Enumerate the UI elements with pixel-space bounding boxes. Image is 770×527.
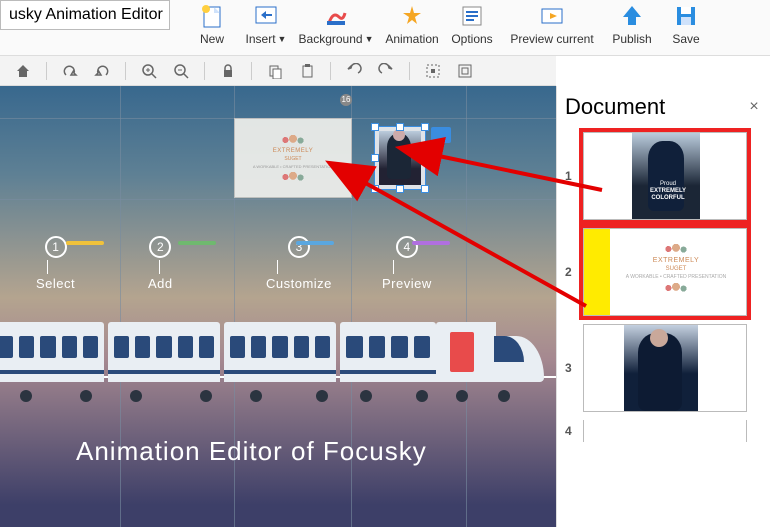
chevron-down-icon: ▼ (365, 34, 374, 44)
animation-button[interactable]: Animation (382, 0, 442, 46)
undo2-icon[interactable] (345, 62, 363, 80)
step-bar (178, 241, 216, 245)
animation-label: Animation (385, 32, 438, 46)
fit-selection-icon[interactable] (424, 62, 442, 80)
resize-handle[interactable] (421, 154, 429, 162)
flower-icon (657, 282, 695, 294)
train-illustration (0, 302, 556, 392)
resize-handle[interactable] (421, 185, 429, 193)
insert-icon (252, 2, 280, 30)
close-icon[interactable]: × (746, 98, 762, 116)
publish-icon (618, 2, 646, 30)
slide-thumbnail[interactable] (583, 324, 747, 412)
main-area: 16 EXTREMELY SUGET A WORKABLE • CRAFTED … (0, 86, 770, 527)
flower-icon (274, 171, 312, 183)
insert-label: Insert▼ (246, 32, 287, 46)
save-icon (672, 2, 700, 30)
step-bar (412, 241, 450, 245)
step-bar (66, 241, 104, 245)
redo-icon[interactable] (61, 62, 79, 80)
paste-icon[interactable] (298, 62, 316, 80)
canvas[interactable]: 16 EXTREMELY SUGET A WORKABLE • CRAFTED … (0, 86, 556, 527)
animation-icon (398, 2, 426, 30)
document-panel: Document × 1 ProudEXTREMELYCOLORFUL 2 EX… (556, 86, 770, 527)
options-label: Options (451, 32, 492, 46)
thumb-row-3[interactable]: 3 (565, 324, 762, 412)
canvas-selected-image[interactable] (374, 126, 426, 190)
step-4: 4 Preview (382, 236, 432, 291)
step-1: 1 Select (36, 236, 75, 291)
ribbon: usky Animation Editor New Insert▼ Backgr… (0, 0, 770, 56)
flower-icon (657, 243, 695, 255)
flower-icon (274, 134, 312, 146)
chevron-down-icon: ▼ (278, 34, 287, 44)
lock-icon[interactable] (219, 62, 237, 80)
canvas-title-text: Animation Editor of Focusky (76, 436, 427, 467)
undo-icon[interactable] (93, 62, 111, 80)
selection-tag-icon[interactable] (431, 127, 451, 143)
step-2: 2 Add (148, 236, 173, 291)
rotation-handle[interactable]: 16 (340, 94, 352, 106)
publish-button[interactable]: Publish (608, 0, 656, 46)
app-title: usky Animation Editor (0, 0, 170, 30)
background-button[interactable]: Background▼ (296, 0, 376, 46)
save-label: Save (672, 32, 699, 46)
slide-thumbnail[interactable] (583, 420, 747, 442)
resize-handle[interactable] (396, 123, 404, 131)
slide-thumbnail[interactable]: EXTREMELY SUGET A WORKABLE • CRAFTED PRE… (583, 228, 747, 316)
document-panel-title: Document (565, 94, 665, 120)
background-icon (322, 2, 350, 30)
resize-handle[interactable] (421, 123, 429, 131)
preview-current-label: Preview current (510, 32, 593, 46)
step-bar (296, 241, 334, 245)
fit-screen-icon[interactable] (456, 62, 474, 80)
edit-toolbar (0, 56, 556, 86)
preview-icon (538, 2, 566, 30)
background-label: Background▼ (299, 32, 374, 46)
thumb-row-2[interactable]: 2 EXTREMELY SUGET A WORKABLE • CRAFTED P… (565, 228, 762, 316)
thumb-row-1[interactable]: 1 ProudEXTREMELYCOLORFUL (565, 132, 762, 220)
new-button[interactable]: New (188, 0, 236, 46)
new-icon (198, 2, 226, 30)
publish-label: Publish (612, 32, 651, 46)
thumb-row-4[interactable]: 4 (565, 420, 762, 442)
resize-handle[interactable] (371, 154, 379, 162)
preview-current-button[interactable]: Preview current (502, 0, 602, 46)
resize-handle[interactable] (371, 123, 379, 131)
copy-icon[interactable] (266, 62, 284, 80)
home-icon[interactable] (14, 62, 32, 80)
zoom-out-icon[interactable] (172, 62, 190, 80)
new-label: New (200, 32, 224, 46)
options-icon (458, 2, 486, 30)
canvas-object-card[interactable]: EXTREMELY SUGET A WORKABLE • CRAFTED PRE… (234, 118, 352, 198)
step-3: 3 Customize (266, 236, 332, 291)
redo2-icon[interactable] (377, 62, 395, 80)
resize-handle[interactable] (396, 185, 404, 193)
insert-button[interactable]: Insert▼ (242, 0, 290, 46)
zoom-in-icon[interactable] (140, 62, 158, 80)
save-button[interactable]: Save (662, 0, 710, 46)
options-button[interactable]: Options (448, 0, 496, 46)
ribbon-items: New Insert▼ Background▼ Animation Option… (188, 0, 710, 46)
slide-thumbnail[interactable]: ProudEXTREMELYCOLORFUL (583, 132, 747, 220)
resize-handle[interactable] (371, 185, 379, 193)
